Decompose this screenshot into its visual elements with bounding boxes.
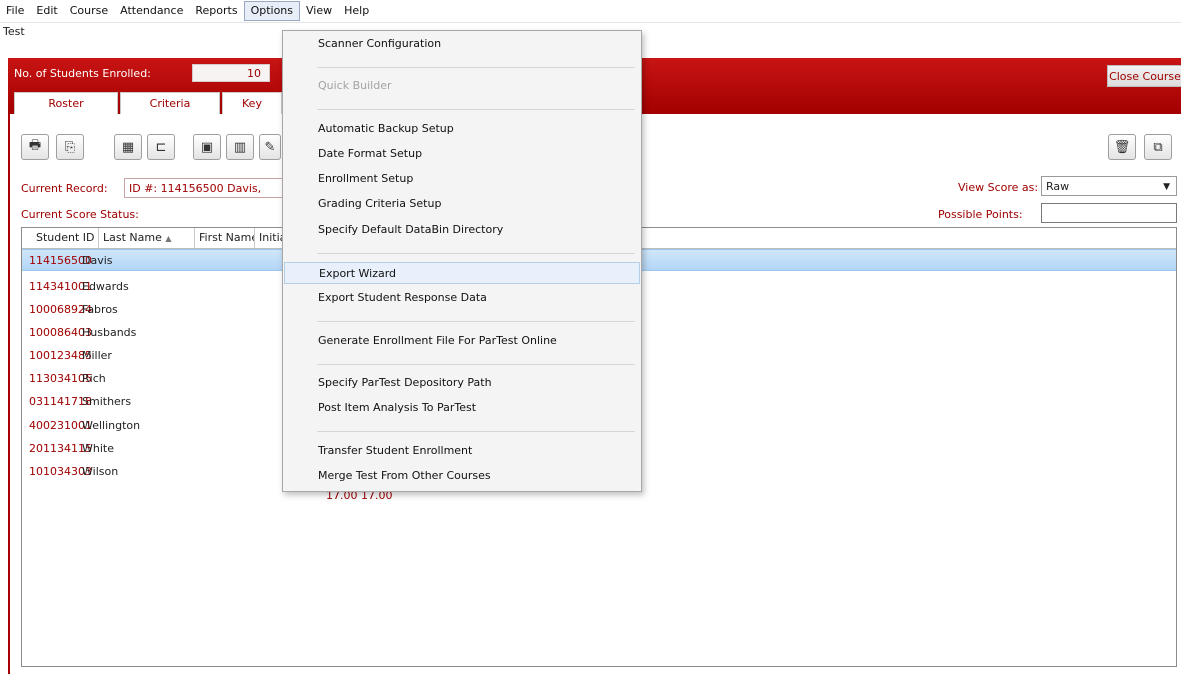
menu-reports[interactable]: Reports [189,1,243,21]
menu-separator [317,431,635,432]
crop-button[interactable]: ⊏ [147,134,175,160]
menu-help[interactable]: Help [338,1,375,21]
last-name-cell: Edwards [82,280,129,293]
menu-file[interactable]: File [0,1,30,21]
last-name-cell: Husbands [82,326,137,339]
menu-item-grading-criteria-setup[interactable]: Grading Criteria Setup [284,193,640,215]
menu-view[interactable]: View [300,1,338,21]
last-name-cell: Davis [82,254,113,267]
menu-item-scanner-configuration[interactable]: Scanner Configuration [284,33,640,55]
current-record-field: ID #: 114156500 Davis, [124,178,284,198]
copy-button[interactable]: ⧉ [1144,134,1172,160]
columns-icon: ▥ [233,139,247,155]
menu-item-default-databin-directory[interactable]: Specify Default DataBin Directory [284,219,640,241]
menu-options[interactable]: Options [243,1,301,21]
menu-item-post-item-analysis[interactable]: Post Item Analysis To ParTest [284,397,640,419]
possible-points-input[interactable] [1041,203,1177,223]
scan-icon: ▦ [121,139,135,155]
column-last-name-label: Last Name [103,231,162,244]
last-name-cell: White [82,442,114,455]
sort-ascending-icon: ▲ [165,234,172,243]
last-name-cell: Fabros [82,303,118,316]
column-student-id[interactable]: Student ID [22,228,99,248]
menu-item-export-student-response-data[interactable]: Export Student Response Data [284,287,640,309]
menu-bar: File Edit Course Attendance Reports Opti… [0,0,1181,23]
view-score-value: Raw [1046,180,1070,193]
view-score-select[interactable]: Raw ▼ [1041,176,1177,196]
crop-icon: ⊏ [155,139,167,155]
menu-item-transfer-student-enrollment[interactable]: Transfer Student Enrollment [284,440,640,462]
columns-button[interactable]: ▥ [226,134,254,160]
close-course-button[interactable]: Close Course [1107,65,1181,87]
export-icon: ⎘ [64,139,76,155]
edit-icon: ✎ [264,139,276,155]
menu-separator [317,67,635,68]
menu-item-partest-depository-path[interactable]: Specify ParTest Depository Path [284,372,640,394]
enrolled-count: 10 [192,64,270,82]
enrolled-label: No. of Students Enrolled: [14,67,151,80]
menu-separator [317,321,635,322]
menu-edit[interactable]: Edit [30,1,63,21]
menu-item-merge-test[interactable]: Merge Test From Other Courses [284,465,640,487]
delete-button[interactable]: 🗑 [1108,134,1136,160]
scan-button[interactable]: ▦ [114,134,142,160]
possible-points-label: Possible Points: [938,208,1023,221]
menu-item-export-wizard[interactable]: Export Wizard [284,262,640,284]
options-menu: Scanner Configuration Quick Builder Auto… [282,30,642,492]
view-score-label: View Score as: [958,181,1039,194]
copy-icon: ⧉ [1153,139,1163,155]
chevron-down-icon: ▼ [1163,182,1170,192]
column-first-name[interactable]: First Name [195,228,255,248]
calendar-button[interactable]: ▣ [193,134,221,160]
menu-attendance[interactable]: Attendance [114,1,189,21]
print-button[interactable]: 🖶 [21,134,49,160]
menu-item-enrollment-setup[interactable]: Enrollment Setup [284,168,640,190]
last-name-cell: Smithers [82,395,132,408]
calendar-icon: ▣ [200,139,214,155]
last-name-cell: Wellington [82,419,141,432]
column-last-name[interactable]: Last Name ▲ [99,228,195,248]
menu-item-automatic-backup-setup[interactable]: Automatic Backup Setup [284,118,640,140]
export-button[interactable]: ⎘ [56,134,84,160]
menu-item-date-format-setup[interactable]: Date Format Setup [284,143,640,165]
column-initial[interactable]: Initia [255,228,283,248]
document-title: Test [3,25,25,38]
current-score-status-label: Current Score Status: [21,208,139,221]
menu-item-quick-builder: Quick Builder [318,79,392,92]
menu-separator [317,109,635,110]
last-name-cell: Wilson [82,465,119,478]
menu-separator [317,364,635,365]
tab-roster[interactable]: Roster [14,92,118,114]
menu-course[interactable]: Course [64,1,114,21]
edit-button[interactable]: ✎ [259,134,281,160]
printer-icon: 🖶 [28,138,42,153]
trash-icon: 🗑 [1113,139,1131,155]
last-name-cell: Miller [82,349,112,362]
tab-key[interactable]: Key [222,92,282,114]
menu-separator [317,253,635,254]
current-record-label: Current Record: [21,182,108,195]
menu-item-generate-enrollment-file[interactable]: Generate Enrollment File For ParTest Onl… [284,330,640,352]
last-name-cell: Rich [82,372,106,385]
tab-criteria[interactable]: Criteria [120,92,220,114]
